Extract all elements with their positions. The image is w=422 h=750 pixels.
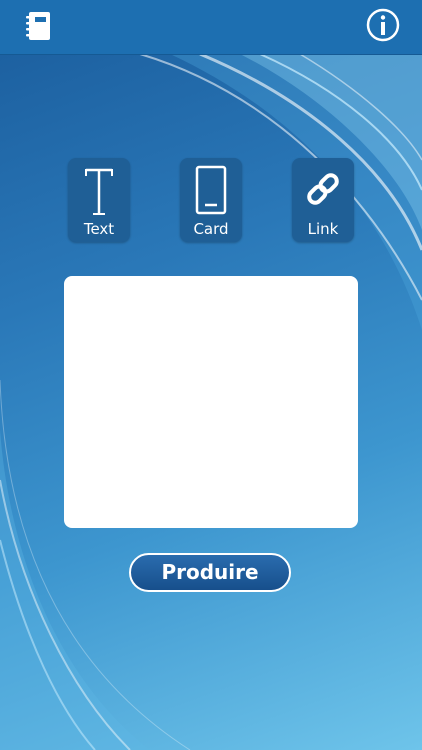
- code-preview-area: [64, 276, 358, 528]
- link-mode-button[interactable]: Link: [292, 158, 354, 242]
- link-mode-label: Link: [307, 220, 339, 238]
- card-icon: [195, 165, 227, 215]
- top-bar: [0, 0, 422, 55]
- card-mode-button[interactable]: Card: [180, 158, 242, 242]
- app-screen: Text Card Link Produire: [0, 0, 422, 750]
- produce-button[interactable]: Produire: [129, 553, 291, 592]
- link-icon: [307, 173, 339, 205]
- text-mode-label: Text: [83, 220, 115, 238]
- notebook-icon[interactable]: [26, 11, 52, 41]
- text-mode-button[interactable]: Text: [68, 158, 130, 242]
- info-icon[interactable]: [366, 8, 400, 42]
- text-t-icon: [85, 168, 113, 215]
- card-mode-label: Card: [193, 220, 229, 238]
